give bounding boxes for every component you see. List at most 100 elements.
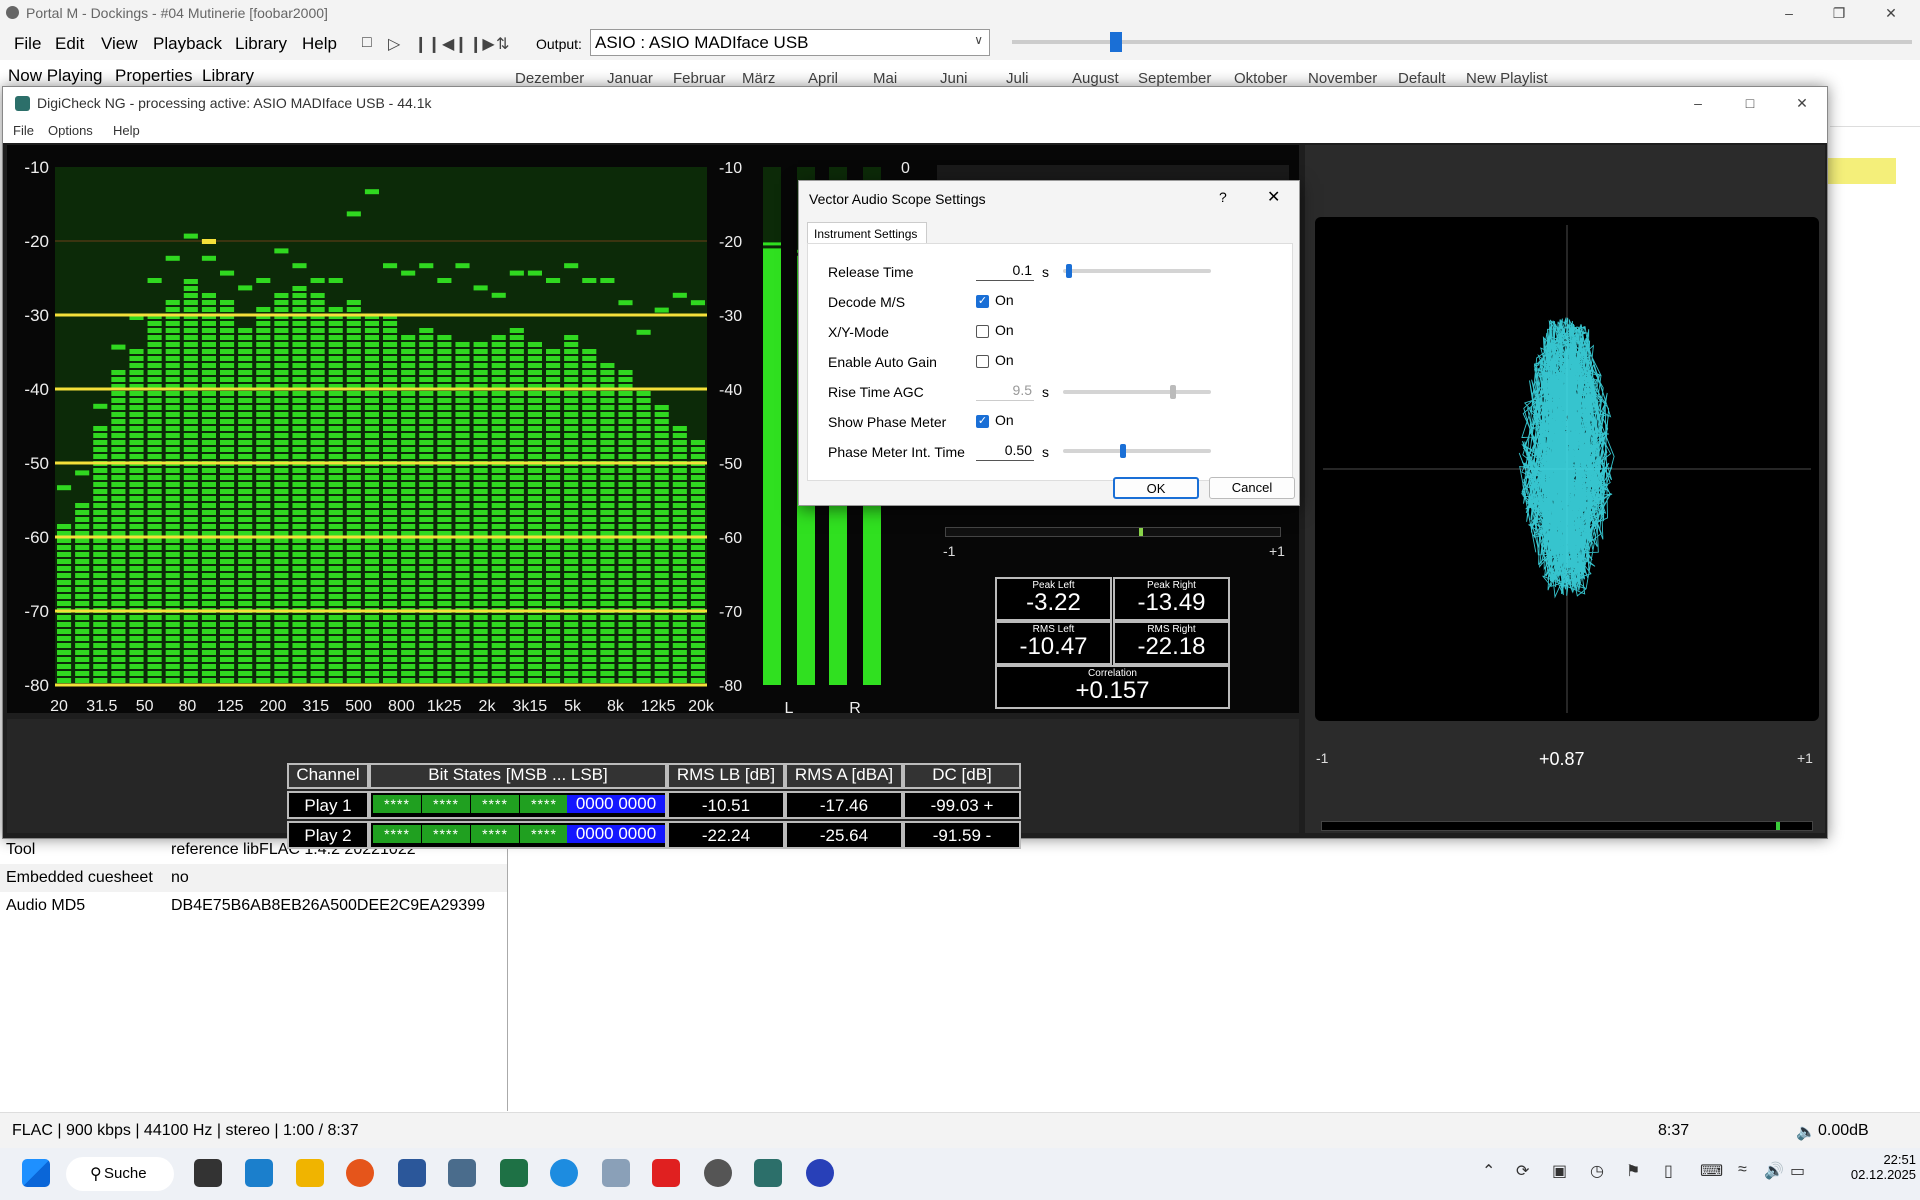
taskbar-search[interactable]: ⚲ Suche xyxy=(66,1157,174,1191)
playlist-tab[interactable]: New Playlist xyxy=(1466,70,1548,87)
playlist-tab[interactable]: Juli xyxy=(1006,70,1029,87)
playlist-tab[interactable]: November xyxy=(1308,70,1377,87)
spectrum-bar-segment xyxy=(364,622,379,627)
output-select[interactable]: ASIO : ASIO MADIface USB ∨ xyxy=(590,29,990,56)
property-row[interactable]: Audio MD5 DB4E75B6AB8EB26A500DEE2C9EA293… xyxy=(0,892,507,920)
firefox-icon[interactable] xyxy=(346,1159,374,1187)
menu-view[interactable]: View xyxy=(101,34,138,54)
playlist-tab[interactable]: September xyxy=(1138,70,1211,87)
taskbar-clock[interactable]: 22:51 02.12.2025 xyxy=(1828,1152,1916,1182)
pause-icon[interactable]: ❙❙ xyxy=(414,34,441,54)
slider-thumb[interactable] xyxy=(1119,444,1126,458)
app-icon[interactable] xyxy=(602,1159,630,1187)
property-row[interactable]: Embedded cuesheet no xyxy=(0,864,507,892)
decode-ms-on[interactable]: On xyxy=(995,292,1014,308)
cancel-button[interactable]: Cancel xyxy=(1209,477,1295,499)
spectrum-bar-segment xyxy=(455,454,470,459)
keyboard-icon[interactable]: ⌨ xyxy=(1700,1161,1723,1181)
release-time-input[interactable]: 0.1 xyxy=(976,262,1034,281)
playlist-tab[interactable]: August xyxy=(1072,70,1119,87)
digicheck-taskbar-icon[interactable] xyxy=(754,1159,782,1187)
phase-meter-on[interactable]: On xyxy=(995,412,1014,428)
previous-icon[interactable]: ◀❙ xyxy=(442,34,468,54)
tab-library[interactable]: Library xyxy=(202,66,254,86)
tab-instrument-settings[interactable]: Instrument Settings xyxy=(807,222,927,244)
dialog-close-icon[interactable]: ✕ xyxy=(1267,187,1280,207)
slider-thumb[interactable] xyxy=(1065,264,1072,278)
close-button[interactable]: ✕ xyxy=(1880,3,1902,23)
dc-menu-options[interactable]: Options xyxy=(48,123,93,138)
menu-help[interactable]: Help xyxy=(302,34,337,54)
spectrum-bar-segment xyxy=(527,664,542,669)
playlist-tab[interactable]: April xyxy=(808,70,838,87)
flag-icon[interactable]: ⚑ xyxy=(1626,1161,1640,1181)
volume-icon[interactable]: 🔊 xyxy=(1764,1161,1784,1181)
phase-meter-checkbox[interactable]: ✓ xyxy=(976,415,989,428)
auto-gain-checkbox[interactable] xyxy=(976,355,989,368)
release-time-slider[interactable] xyxy=(1063,264,1211,278)
monitor-icon[interactable]: ▣ xyxy=(1552,1161,1567,1181)
help-button[interactable]: ? xyxy=(1219,189,1227,205)
playlist-tab[interactable]: Juni xyxy=(940,70,968,87)
status-volume[interactable]: 0.00dB xyxy=(1818,1122,1869,1140)
dc-menu-help[interactable]: Help xyxy=(113,123,140,138)
seekbar[interactable] xyxy=(1012,40,1912,44)
menu-library[interactable]: Library xyxy=(235,34,287,54)
xy-mode-on[interactable]: On xyxy=(995,322,1014,338)
spectrum-bar-segment xyxy=(618,629,633,634)
phase-int-input[interactable]: 0.50 xyxy=(976,442,1034,461)
stop-icon[interactable]: □ xyxy=(362,34,372,52)
spectrum-bar-segment xyxy=(491,419,506,424)
spectrum-bar-segment xyxy=(546,510,561,515)
spectrum-bar-segment xyxy=(220,496,235,501)
playlist-tab[interactable]: Februar xyxy=(673,70,726,87)
minimize-button[interactable]: – xyxy=(1778,3,1800,23)
restore-button[interactable]: ❐ xyxy=(1828,3,1850,23)
menu-edit[interactable]: Edit xyxy=(55,34,84,54)
ok-button[interactable]: OK xyxy=(1113,477,1199,499)
usb-icon[interactable]: ▯ xyxy=(1664,1161,1673,1181)
calculator-icon[interactable] xyxy=(448,1159,476,1187)
word-icon[interactable] xyxy=(398,1159,426,1187)
spectrum-bar-segment xyxy=(256,321,271,326)
next-icon[interactable]: ❙▶ xyxy=(469,34,495,54)
audacity-icon[interactable] xyxy=(806,1159,834,1187)
seekbar-thumb[interactable] xyxy=(1110,32,1122,52)
play-icon[interactable]: ▷ xyxy=(388,34,400,54)
tab-now-playing[interactable]: Now Playing xyxy=(8,66,103,86)
menu-file[interactable]: File xyxy=(14,34,41,54)
app-icon[interactable] xyxy=(652,1159,680,1187)
xy-mode-checkbox[interactable] xyxy=(976,325,989,338)
auto-gain-on[interactable]: On xyxy=(995,352,1014,368)
menu-playback[interactable]: Playback xyxy=(153,34,222,54)
wifi-icon[interactable]: ≈ xyxy=(1738,1161,1747,1179)
minimize-button[interactable]: – xyxy=(1687,93,1709,113)
decode-ms-checkbox[interactable]: ✓ xyxy=(976,295,989,308)
playlist-tab[interactable]: März xyxy=(742,70,775,87)
file-explorer-icon[interactable] xyxy=(296,1159,324,1187)
sync-icon[interactable]: ⟳ xyxy=(1516,1161,1529,1181)
battery-icon[interactable]: ▭ xyxy=(1790,1161,1805,1181)
close-button[interactable]: ✕ xyxy=(1791,93,1813,113)
playlist-tab[interactable]: Default xyxy=(1398,70,1446,87)
playlist-tab[interactable]: Dezember xyxy=(515,70,584,87)
app-icon[interactable] xyxy=(245,1159,273,1187)
thunderbird-icon[interactable] xyxy=(550,1159,578,1187)
playlist-tab[interactable]: Mai xyxy=(873,70,897,87)
speaker-icon[interactable]: 🔈 xyxy=(1796,1122,1816,1142)
dc-menu-file[interactable]: File xyxy=(13,123,34,138)
chevron-up-icon[interactable]: ⌃ xyxy=(1482,1161,1495,1181)
maximize-button[interactable]: □ xyxy=(1739,93,1761,113)
spectrum-bar-segment xyxy=(238,629,253,634)
phase-int-slider[interactable] xyxy=(1063,444,1211,458)
random-icon[interactable]: ⇅ xyxy=(496,34,509,54)
foobar-taskbar-icon[interactable] xyxy=(704,1159,732,1187)
playlist-tab[interactable]: Oktober xyxy=(1234,70,1287,87)
windows-start-icon[interactable] xyxy=(22,1159,50,1187)
task-view-icon[interactable] xyxy=(194,1159,222,1187)
clock-app-icon[interactable]: ◷ xyxy=(1590,1161,1604,1181)
vector-scope[interactable] xyxy=(1315,217,1819,721)
tab-properties[interactable]: Properties xyxy=(115,66,192,86)
excel-icon[interactable] xyxy=(500,1159,528,1187)
playlist-tab[interactable]: Januar xyxy=(607,70,653,87)
